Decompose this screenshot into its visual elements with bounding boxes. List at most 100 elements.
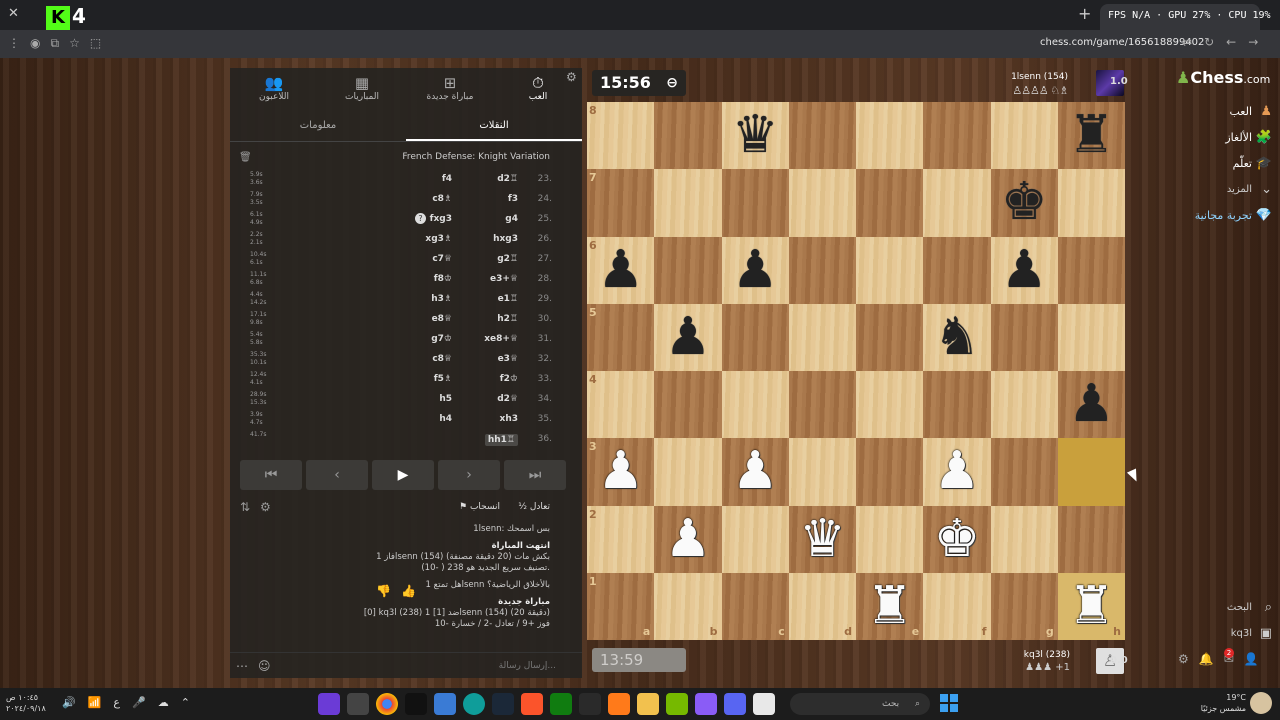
- square-f4[interactable]: [923, 371, 991, 439]
- square-g8[interactable]: [990, 102, 1058, 170]
- square-f5[interactable]: ♞: [923, 303, 991, 371]
- square-d3[interactable]: [788, 438, 856, 506]
- square-a8[interactable]: 8: [587, 102, 655, 170]
- square-h5[interactable]: [1057, 303, 1125, 371]
- square-h6[interactable]: [1057, 236, 1125, 304]
- square-h1[interactable]: h ♜: [1057, 572, 1125, 640]
- white-move[interactable]: hh1♖: [484, 434, 518, 446]
- more-icon[interactable]: ⋯: [236, 659, 248, 673]
- trash-icon[interactable]: 🗑: [239, 152, 252, 163]
- folder-icon[interactable]: [637, 693, 659, 715]
- bookmark-star-icon[interactable]: ☆: [69, 36, 80, 51]
- white-move[interactable]: h2♖: [497, 314, 518, 324]
- square-a4[interactable]: 4: [587, 371, 655, 439]
- mic-icon[interactable]: 🎤: [132, 696, 146, 709]
- white-move[interactable]: g2♖: [497, 254, 518, 264]
- top-player-name[interactable]: 1lsenn (154): [1011, 72, 1068, 82]
- app-icon[interactable]: [318, 693, 340, 715]
- black-pawn-piece[interactable]: ♟: [587, 237, 654, 304]
- square-a3[interactable]: 3 ♟: [587, 438, 655, 506]
- black-queen-piece[interactable]: ♛: [722, 102, 789, 169]
- screenshot-icon[interactable]: ⬚: [90, 36, 101, 51]
- white-move[interactable]: xe8+♕: [484, 334, 518, 344]
- square-f6[interactable]: [923, 236, 991, 304]
- edge-icon[interactable]: [463, 693, 485, 715]
- resign-button[interactable]: ⚑ انسحاب: [459, 502, 500, 512]
- white-move[interactable]: f2♔: [500, 374, 518, 384]
- black-move[interactable]: e8♕: [432, 314, 452, 324]
- white-pawn-piece[interactable]: ♟: [722, 438, 789, 505]
- square-b7[interactable]: [654, 169, 722, 237]
- square-f3[interactable]: ♟: [923, 438, 991, 506]
- square-g1[interactable]: g: [990, 572, 1058, 640]
- white-move[interactable]: d2♕: [497, 394, 518, 404]
- analysis-settings-icon[interactable]: ⚙: [260, 500, 271, 514]
- chat-input[interactable]: ⋯ ☺ إرسال رسالة...: [230, 652, 582, 678]
- reload-icon[interactable]: ↻: [1204, 35, 1214, 49]
- square-a5[interactable]: 5: [587, 303, 655, 371]
- square-h7[interactable]: [1057, 169, 1125, 237]
- weather-icon[interactable]: [1250, 692, 1272, 714]
- taskbar-search[interactable]: بحث ⌕: [790, 693, 930, 715]
- chess-board[interactable]: 8 ♛ ♜ 7 ♚ 6 ♟ ♟ ♟ 5 ♟ ♞ 4 ♟ 3 ♟ ♟ ♟ 2 ♟ ♛ ♚ 1 a b c d e ♜ f g h ♜: [587, 102, 1125, 640]
- square-a6[interactable]: 6 ♟: [587, 236, 655, 304]
- black-king-piece[interactable]: ♚: [991, 169, 1058, 236]
- extensions-icon[interactable]: ⧉: [50, 36, 59, 51]
- square-d4[interactable]: [788, 371, 856, 439]
- square-h8[interactable]: ♜: [1057, 102, 1125, 170]
- white-move[interactable]: g4: [505, 214, 518, 224]
- square-a1[interactable]: 1a: [587, 572, 655, 640]
- white-rook-piece[interactable]: ♜: [1058, 573, 1125, 640]
- steam-icon[interactable]: [492, 693, 514, 715]
- sidebar-item-puzzles[interactable]: 🧩 الألغاز: [1150, 126, 1280, 152]
- square-f1[interactable]: f: [923, 572, 991, 640]
- square-b1[interactable]: b: [654, 572, 722, 640]
- square-f7[interactable]: [923, 169, 991, 237]
- white-king-piece[interactable]: ♚: [923, 506, 990, 573]
- chesscom-logo[interactable]: ♟Chess.com: [1176, 68, 1270, 87]
- cloud-icon[interactable]: ☁: [158, 696, 169, 709]
- black-move[interactable]: c8♕: [432, 354, 452, 364]
- clock-tray[interactable]: ١٠:٤٥ ص ٢٠٢٤/٠٩/١٨: [6, 692, 46, 714]
- nav-new-game[interactable]: ⊞ مباراة جديدة: [406, 68, 494, 110]
- white-move[interactable]: e3+♕: [490, 274, 518, 284]
- black-pawn-piece[interactable]: ♟: [991, 237, 1058, 304]
- app-icon[interactable]: [608, 693, 630, 715]
- emoji-icon[interactable]: ☺: [258, 659, 271, 673]
- white-rook-piece[interactable]: ♜: [856, 573, 923, 640]
- sidebar-search[interactable]: ⌕ البحث: [1150, 596, 1280, 622]
- white-move[interactable]: xh3: [500, 414, 518, 424]
- sidebar-item-play[interactable]: ♟ العب: [1150, 100, 1280, 126]
- black-knight-piece[interactable]: ♞: [923, 304, 990, 371]
- square-c7[interactable]: [721, 169, 789, 237]
- brave-icon[interactable]: [521, 693, 543, 715]
- square-e3[interactable]: [856, 438, 924, 506]
- discord-icon[interactable]: [724, 693, 746, 715]
- draw-button[interactable]: ½ تعادل: [518, 502, 550, 512]
- black-move[interactable]: h4: [439, 414, 452, 424]
- epic-icon[interactable]: [579, 693, 601, 715]
- square-b8[interactable]: [654, 102, 722, 170]
- square-f2[interactable]: ♚: [923, 505, 991, 573]
- square-c4[interactable]: [721, 371, 789, 439]
- square-e4[interactable]: [856, 371, 924, 439]
- black-rook-piece[interactable]: ♜: [1058, 102, 1125, 169]
- bottom-player-name[interactable]: kq3l (238): [1024, 650, 1070, 660]
- url-text[interactable]: chess.com/game/165618899402: [1040, 37, 1204, 48]
- first-move-button[interactable]: ⏮: [240, 460, 302, 490]
- square-b6[interactable]: [654, 236, 722, 304]
- flip-board-icon[interactable]: ⇅: [240, 500, 250, 514]
- settings-icon[interactable]: ⚙: [1178, 652, 1189, 666]
- chevron-up-icon[interactable]: ⌃: [181, 696, 190, 709]
- friends-icon[interactable]: 👤: [1244, 652, 1259, 666]
- last-move-button[interactable]: ⏭: [504, 460, 566, 490]
- tab-moves[interactable]: النقلات: [406, 112, 582, 141]
- store-icon[interactable]: [434, 693, 456, 715]
- square-e1[interactable]: e ♜: [856, 572, 924, 640]
- square-d8[interactable]: [788, 102, 856, 170]
- white-pawn-piece[interactable]: ♟: [923, 438, 990, 505]
- square-g5[interactable]: [990, 303, 1058, 371]
- square-h4[interactable]: ♟: [1057, 371, 1125, 439]
- language-icon[interactable]: ع: [113, 696, 120, 709]
- square-c8[interactable]: ♛: [721, 102, 789, 170]
